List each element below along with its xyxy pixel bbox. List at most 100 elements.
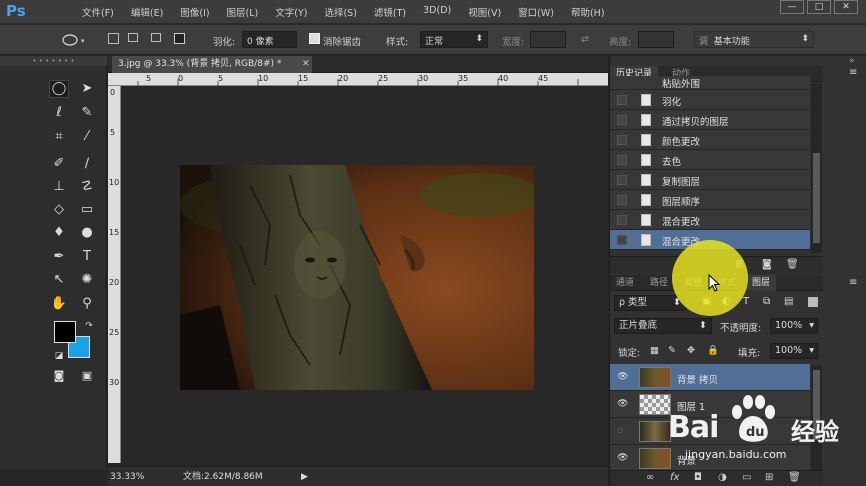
- history-scrollbar[interactable]: [811, 83, 822, 253]
- type-tool-icon[interactable]: T: [78, 249, 96, 265]
- screen-mode-icon[interactable]: ▣: [78, 368, 96, 384]
- menu-type[interactable]: 文字(Y): [275, 5, 307, 19]
- menu-3d[interactable]: 3D(D): [423, 5, 451, 19]
- history-item[interactable]: 羽化: [610, 90, 810, 110]
- link-layers-icon[interactable]: ∞: [646, 472, 654, 483]
- quick-selection-tool-icon[interactable]: ✎: [78, 105, 96, 121]
- history-item[interactable]: 图层顺序: [610, 190, 810, 210]
- hand-tool-icon[interactable]: ✋: [50, 296, 68, 312]
- blend-mode-select[interactable]: 正片叠底 ⬍: [614, 318, 712, 334]
- menu-file[interactable]: 文件(F): [82, 5, 114, 19]
- document-tab[interactable]: 3.jpg @ 33.3% (背景 拷贝, RGB/8#) * ✕: [112, 56, 312, 73]
- workspace-select[interactable]: 调 基本功能 ⬍: [694, 31, 814, 48]
- path-selection-tool-icon[interactable]: ↖: [50, 272, 68, 288]
- shape-tool-icon[interactable]: ✺: [78, 272, 96, 288]
- status-menu-icon[interactable]: ▶: [301, 470, 308, 484]
- width-input[interactable]: [530, 31, 566, 48]
- menu-edit[interactable]: 编辑(E): [131, 5, 163, 19]
- opacity-input[interactable]: 100% ▾: [770, 318, 818, 334]
- menu-image[interactable]: 图像(I): [180, 5, 209, 19]
- filter-smart-object-icon[interactable]: ▤: [784, 296, 793, 307]
- lasso-tool-icon[interactable]: ℓ: [50, 105, 68, 121]
- add-selection-icon[interactable]: [128, 33, 138, 42]
- delete-layer-icon[interactable]: 🗑: [788, 472, 801, 483]
- history-item[interactable]: 颜色更改: [610, 130, 810, 150]
- menu-window[interactable]: 窗口(W): [518, 5, 554, 19]
- clone-stamp-tool-icon[interactable]: ⊥: [50, 179, 68, 195]
- zoom-tool-icon[interactable]: ⚲: [78, 296, 96, 312]
- add-mask-icon[interactable]: ◘: [694, 472, 702, 483]
- default-colors-icon[interactable]: ◪: [50, 348, 68, 364]
- layer-name[interactable]: 背景 拷贝: [677, 372, 718, 386]
- zoom-level-field[interactable]: 33.33%: [110, 470, 152, 484]
- document-image[interactable]: [180, 165, 534, 390]
- gradient-tool-icon[interactable]: ▭: [78, 202, 96, 218]
- eyedropper-tool-icon[interactable]: ⁄: [78, 129, 96, 145]
- visibility-eye-icon[interactable]: 👁: [617, 399, 628, 409]
- new-layer-icon[interactable]: ⊞: [765, 472, 773, 483]
- filter-toggle-icon[interactable]: [808, 297, 818, 307]
- pen-tool-icon[interactable]: ✒: [50, 249, 68, 265]
- menu-help[interactable]: 帮助(H): [571, 5, 605, 19]
- visibility-eye-icon[interactable]: 👁: [617, 372, 628, 382]
- tab-paths[interactable]: 路径: [644, 275, 674, 291]
- crop-tool-icon[interactable]: ⌗: [50, 129, 68, 145]
- maximize-button[interactable]: □: [807, 0, 831, 14]
- move-tool-icon[interactable]: ➤: [78, 81, 96, 97]
- history-scrollbar-thumb[interactable]: [813, 153, 820, 243]
- canvas-area[interactable]: [122, 87, 608, 463]
- lock-position-icon[interactable]: ✥: [687, 345, 695, 356]
- history-item[interactable]: 去色: [610, 150, 810, 170]
- history-panel-menu-icon[interactable]: ≡: [849, 67, 857, 78]
- history-source-checkbox[interactable]: [617, 175, 627, 185]
- filter-shape-icon[interactable]: ⧉: [763, 296, 770, 307]
- history-source-checkbox[interactable]: [617, 235, 627, 245]
- visibility-eye-icon[interactable]: 👁: [617, 453, 628, 463]
- spot-healing-tool-icon[interactable]: ✐: [50, 156, 68, 172]
- new-group-icon[interactable]: ▭: [742, 472, 751, 483]
- menu-view[interactable]: 视图(V): [468, 5, 501, 19]
- panel-collapse-icon[interactable]: »: [849, 56, 855, 66]
- intersect-selection-icon[interactable]: [174, 33, 185, 44]
- quick-mask-icon[interactable]: ◙: [50, 368, 68, 384]
- layers-panel-menu-icon[interactable]: ≡: [849, 277, 857, 288]
- history-item[interactable]: 复制图层: [610, 170, 810, 190]
- minimize-button[interactable]: —: [780, 0, 804, 14]
- foreground-color-swatch[interactable]: [54, 321, 76, 343]
- menu-select[interactable]: 选择(S): [324, 5, 356, 19]
- history-source-checkbox[interactable]: [617, 115, 627, 125]
- filter-type-icon[interactable]: T: [743, 296, 749, 307]
- swap-colors-icon[interactable]: ↷: [80, 318, 98, 334]
- brush-tool-icon[interactable]: ∕: [78, 156, 96, 172]
- feather-input[interactable]: 0 像素: [242, 31, 297, 48]
- snapshot-icon[interactable]: ◙: [762, 259, 772, 270]
- visibility-off-icon[interactable]: ▫: [617, 426, 623, 436]
- history-source-checkbox[interactable]: [617, 155, 627, 165]
- height-input[interactable]: [638, 31, 674, 48]
- layer-row[interactable]: 👁 背景 拷贝: [610, 364, 810, 391]
- close-button[interactable]: ✕: [834, 0, 858, 14]
- lock-all-icon[interactable]: 🔒: [707, 345, 719, 356]
- elliptical-marquee-preset-icon[interactable]: ▾: [60, 32, 88, 48]
- history-item[interactable]: 混合更改: [610, 210, 810, 230]
- tab-layers[interactable]: 图层: [746, 275, 777, 291]
- history-item[interactable]: 通过拷贝的图层: [610, 110, 810, 130]
- swap-icon[interactable]: ⇄: [581, 34, 589, 45]
- history-source-checkbox[interactable]: [617, 135, 627, 145]
- dodge-tool-icon[interactable]: ●: [78, 225, 96, 241]
- history-item[interactable]: 粘贴外围: [610, 76, 810, 90]
- layer-filter-select[interactable]: ρ 类型 ⬍: [614, 295, 686, 311]
- tools-panel-grip[interactable]: • • • • • • •: [0, 56, 107, 66]
- antialias-checkbox[interactable]: [309, 33, 320, 44]
- delete-state-icon[interactable]: 🗑: [786, 259, 799, 270]
- history-source-checkbox[interactable]: [617, 215, 627, 225]
- eraser-tool-icon[interactable]: ◇: [50, 202, 68, 218]
- style-select[interactable]: 正常 ⬍: [420, 31, 488, 48]
- document-close-icon[interactable]: ✕: [302, 56, 310, 73]
- new-selection-icon[interactable]: [108, 33, 119, 44]
- lock-image-icon[interactable]: ✎: [668, 345, 676, 356]
- layer-style-icon[interactable]: fx: [670, 472, 679, 483]
- elliptical-marquee-tool-icon[interactable]: ◯: [49, 80, 69, 98]
- subtract-selection-icon[interactable]: [151, 33, 161, 42]
- menu-layer[interactable]: 图层(L): [227, 5, 259, 19]
